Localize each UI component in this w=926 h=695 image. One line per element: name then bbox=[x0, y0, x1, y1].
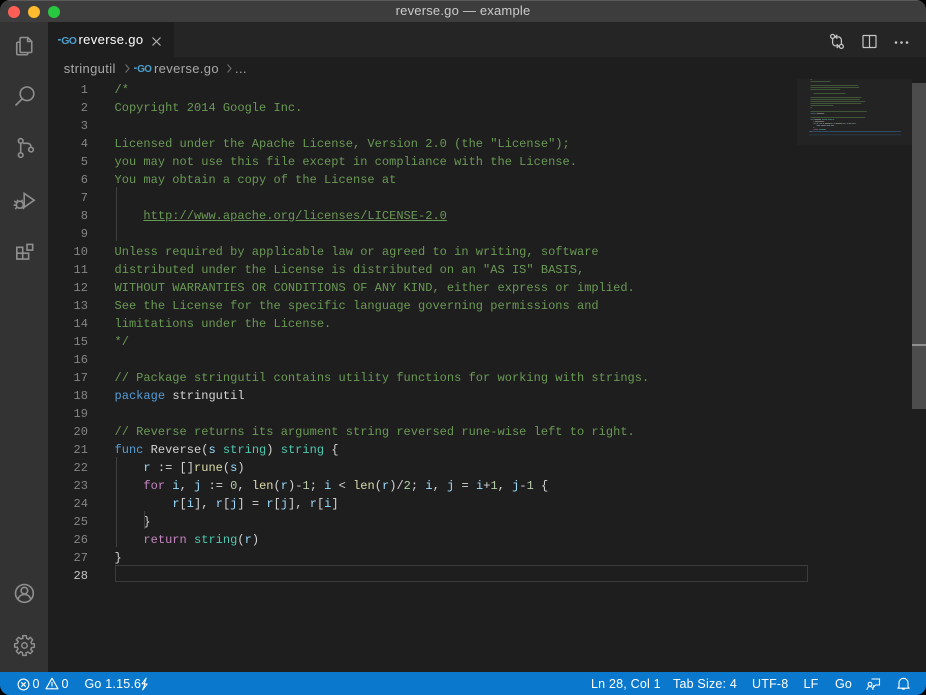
svg-text:GO: GO bbox=[137, 64, 152, 74]
svg-text:GO: GO bbox=[61, 35, 77, 46]
